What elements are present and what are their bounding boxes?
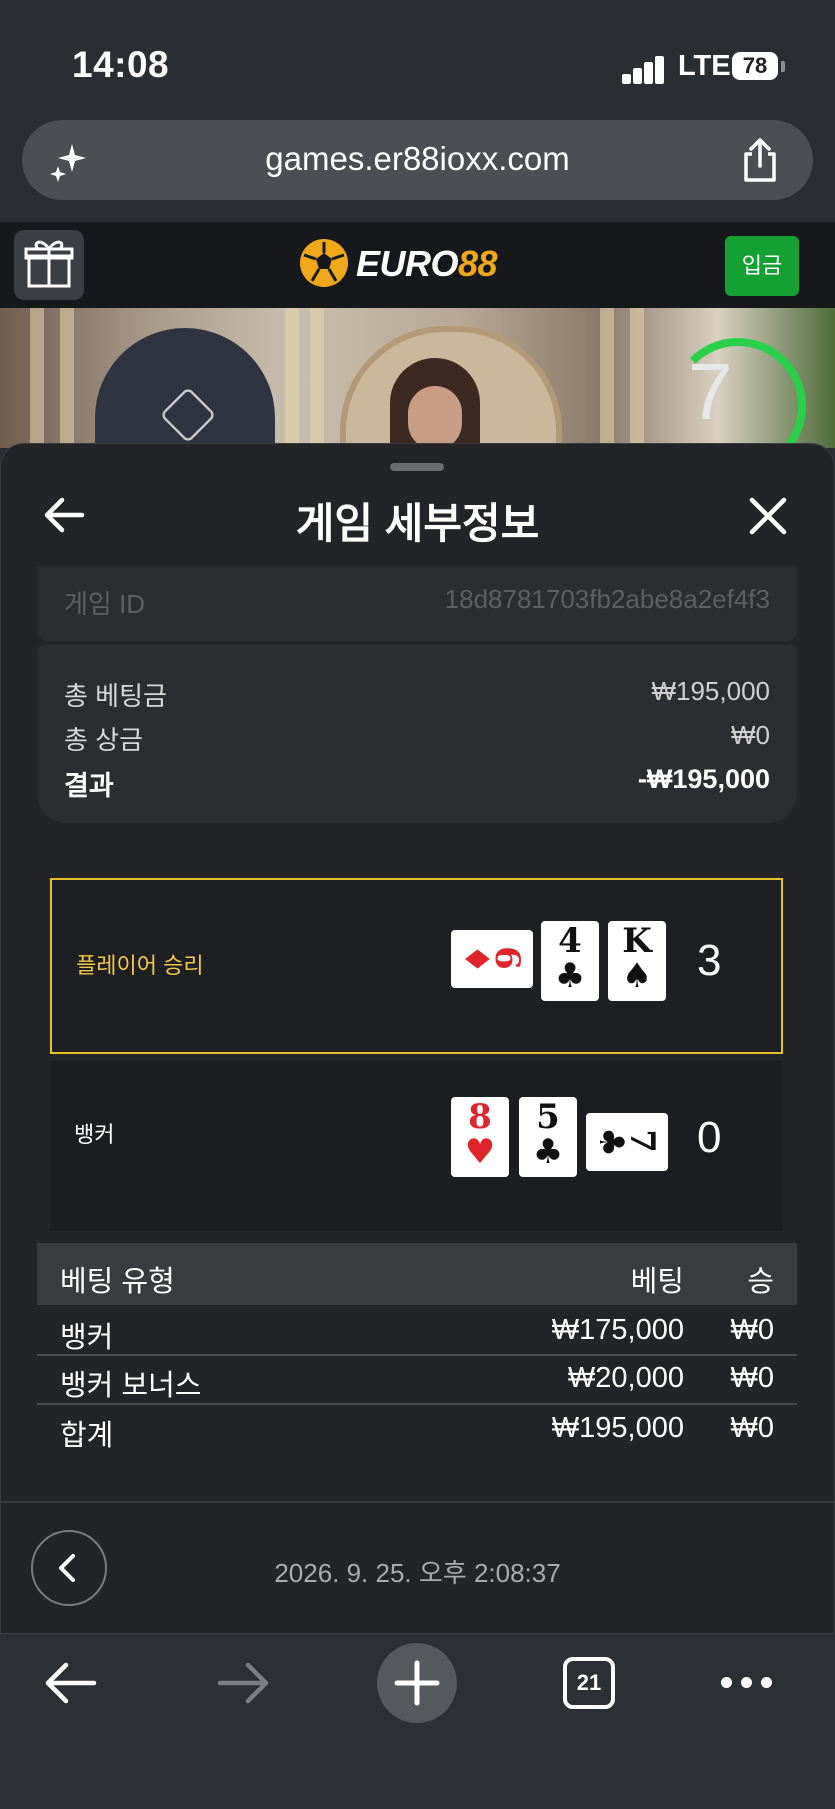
- card-suit: ♥: [464, 1132, 496, 1172]
- countdown-timer: 7: [688, 347, 733, 436]
- player-card-2: 4 ♣: [541, 921, 599, 1001]
- player-card-3: K ♠: [608, 921, 666, 1001]
- card-suit: ♦: [456, 943, 497, 975]
- total-bet-label: 총 베팅금: [64, 681, 167, 711]
- status-time: 14:08: [72, 44, 170, 85]
- card-suit: ♣: [532, 1132, 564, 1172]
- url-text: games.er88ioxx.com: [265, 140, 570, 177]
- address-bar[interactable]: games.er88ioxx.com: [22, 120, 813, 200]
- bet-row-win: ₩0: [730, 1314, 775, 1346]
- bet-row-amount: ₩20,000: [567, 1362, 684, 1394]
- row-divider: [37, 1354, 797, 1356]
- plus-icon: [394, 1660, 440, 1706]
- game-id-value: 18d8781703fb2abe8a2ef4f3: [444, 584, 770, 614]
- bet-row-win: ₩0: [730, 1362, 775, 1394]
- summary-card: [37, 645, 797, 823]
- bet-total-win: ₩0: [730, 1412, 775, 1444]
- game-timestamp: 2026. 9. 25. 오후 2:08:37: [274, 1558, 561, 1588]
- live-video-feed: 7: [0, 308, 835, 448]
- card-rank: K: [622, 921, 652, 961]
- banker-card-1: 8 ♥: [451, 1097, 509, 1177]
- logo-text-88: 88: [458, 243, 498, 284]
- banker-card-2: 5 ♣: [519, 1097, 577, 1177]
- total-win-label: 총 상금: [64, 725, 143, 755]
- bet-row-type: 뱅커: [60, 1322, 114, 1354]
- forward-icon[interactable]: [216, 1660, 272, 1706]
- player-hand-label: 플레이어 승리: [76, 953, 204, 978]
- sheet-title: 게임 세부정보: [295, 500, 540, 547]
- row-divider: [37, 1403, 797, 1405]
- gift-button[interactable]: [14, 230, 84, 300]
- banker-hand-panel: [50, 1061, 783, 1231]
- footer-divider: [0, 1501, 835, 1503]
- card-suit: ♣: [591, 1126, 632, 1158]
- card-rank: 8: [468, 1097, 492, 1137]
- euro88-logo[interactable]: EURO88: [300, 236, 540, 292]
- back-icon[interactable]: [42, 1660, 98, 1706]
- sparkle-icon[interactable]: [48, 140, 90, 182]
- game-id-label: 게임 ID: [64, 589, 146, 619]
- card-suit: ♣: [554, 956, 586, 996]
- network-type: LTE: [678, 50, 731, 82]
- gift-icon: [24, 240, 74, 288]
- bet-total-amount: ₩195,000: [551, 1412, 684, 1444]
- result-value: -₩195,000: [637, 764, 770, 794]
- total-win-value: ₩0: [731, 720, 770, 750]
- share-icon[interactable]: [740, 138, 780, 184]
- player-card-1: 6 ♦: [451, 930, 533, 988]
- more-icon[interactable]: [719, 1670, 775, 1694]
- signal-icon: [622, 54, 674, 84]
- battery-icon: 78: [732, 52, 778, 80]
- sheet-drag-handle[interactable]: [390, 463, 444, 471]
- result-label: 결과: [64, 771, 114, 801]
- card-suit: ♠: [621, 956, 653, 996]
- banker-card-3: 7 ♣: [586, 1113, 668, 1171]
- total-bet-value: ₩195,000: [651, 676, 770, 706]
- tabs-button[interactable]: 21: [563, 1657, 615, 1709]
- bet-row-amount: ₩175,000: [551, 1314, 684, 1346]
- battery-tip: [781, 61, 785, 72]
- banker-hand-label: 뱅커: [74, 1122, 115, 1147]
- header-bet-type: 베팅 유형: [60, 1266, 175, 1298]
- header-bet: 베팅: [630, 1266, 684, 1298]
- bet-row-type: 뱅커 보너스: [60, 1370, 202, 1402]
- logo-text-euro: EURO: [356, 243, 459, 284]
- header-win: 승: [747, 1266, 774, 1298]
- new-tab-button[interactable]: [377, 1643, 457, 1723]
- banker-score: 0: [697, 1113, 722, 1162]
- close-icon[interactable]: [748, 496, 788, 536]
- deposit-button[interactable]: 입금: [725, 236, 799, 296]
- soccer-ball-icon: [300, 239, 348, 287]
- card-rank: 5: [536, 1097, 560, 1137]
- bet-total-label: 합계: [60, 1420, 114, 1452]
- card-rank: 4: [558, 921, 582, 961]
- player-score: 3: [697, 936, 722, 985]
